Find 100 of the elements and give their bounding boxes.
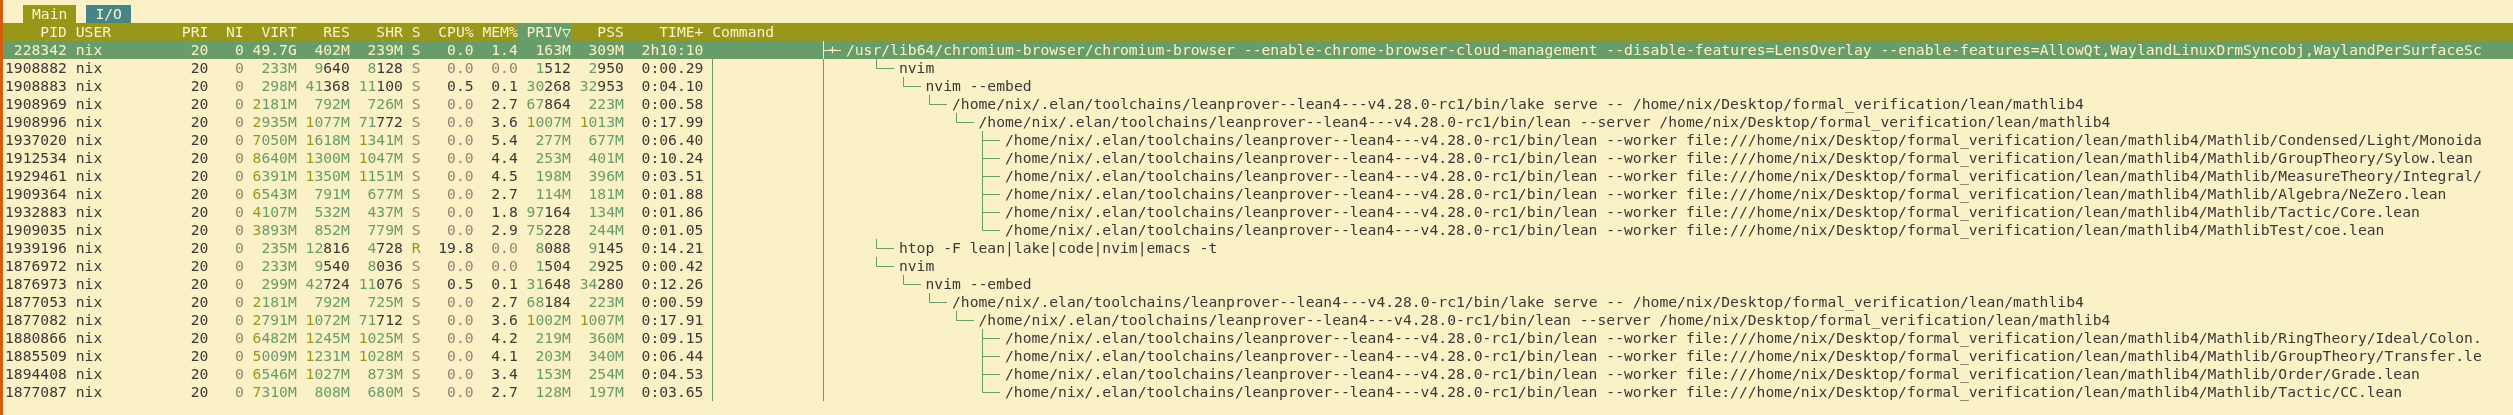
state-cell-text: S [410, 95, 421, 113]
time-cell-text: 0:06.44 [640, 347, 704, 365]
process-row[interactable]: 1908969 nix 20 0 2181M 792M 726M S 0.0 2.7 67864 223M 0:00.58 /home/nix/.elan/toolchains/leanprover--lean4---v4.28.0-rc1/bin/lake serve -- /home/nix/Desktop/formal_verification/lean/mathlib4 [3, 95, 2513, 113]
column-header[interactable]: MEM% [473, 23, 518, 41]
mem-cell-text: 0.0 [490, 239, 518, 257]
res-cell-text: 791M [313, 185, 350, 203]
column-header[interactable]: VIRT [243, 23, 297, 41]
virt-cell-text: 6482M [251, 329, 297, 347]
user-cell-text: nix [74, 221, 104, 239]
process-row[interactable]: 1876973 nix 20 0 299M 42724 11076 S 0.5 0.1 31648 34280 0:12.26 nvim --embed [3, 275, 2513, 293]
nice-cell-text: 0 [233, 41, 244, 59]
state-cell-text: S [410, 221, 421, 239]
pid-cell: 1912534 [5, 149, 67, 167]
column-header[interactable]: PID [5, 23, 67, 41]
res-cell-text: 1231M [304, 347, 350, 365]
process-row[interactable]: 1877082 nix 20 0 2791M 1072M 71712 S 0.0 3.6 1002M 1007M 0:17.91 /home/nix/.elan/toolchains/leanprover--lean4---v4.28.0-rc1/bin/lean --server /home/nix/Desktop/formal_verification/lean/mathlib4 [3, 311, 2513, 329]
time-cell-text: 0:01.05 [640, 221, 704, 239]
time-cell-text: 0:12.26 [640, 275, 704, 293]
state-cell-text: S [410, 41, 421, 59]
command-text: /home/nix/.elan/toolchains/leanprover--lean4---v4.28.0-rc1/bin/lean --worker file:///home/nix/Desktop/formal_verification/lean/mathlib4/Mathlib/Tactic/CC.lean [1005, 383, 2403, 401]
column-header[interactable]: SHR [349, 23, 403, 41]
column-header[interactable]: RES [296, 23, 350, 41]
user-cell-text: nix [74, 113, 104, 131]
priority-cell-text: 20 [189, 167, 209, 185]
pss-cell-text: 396M [587, 167, 624, 185]
user-cell-text: nix [74, 167, 104, 185]
res-cell-text: 9640 [313, 59, 350, 77]
nice-cell-text: 0 [233, 203, 244, 221]
priority-cell-text: 20 [189, 221, 209, 239]
priv-cell-text: 75228 [525, 221, 571, 239]
mem-cell-text: 1.4 [490, 41, 518, 59]
shr-cell-text: 680M [366, 383, 403, 401]
nice-cell-text: 0 [233, 221, 244, 239]
state-cell-text: S [410, 185, 421, 203]
nice-cell-text: 0 [233, 311, 244, 329]
user-cell-text: nix [74, 347, 104, 365]
pid-cell: 1877053 [5, 293, 67, 311]
state-cell-text: S [410, 383, 421, 401]
tab[interactable]: Main [23, 5, 77, 23]
nice-cell-text: 0 [233, 365, 244, 383]
shr-cell-text: 1341M [357, 131, 403, 149]
priv-cell-text: 30268 [525, 77, 571, 95]
state-cell-text: S [410, 311, 421, 329]
process-row[interactable]: 1908882 nix 20 0 233M 9640 8128 S 0.0 0.0 1512 2950 0:00.29 nvim [3, 59, 2513, 77]
priority-cell-text: 20 [189, 293, 209, 311]
process-row[interactable]: 1876972 nix 20 0 233M 9540 8036 S 0.0 0.0 1504 2925 0:00.42 nvim [3, 257, 2513, 275]
cpu-cell-text: 0.0 [446, 167, 474, 185]
nice-cell-text: 0 [233, 149, 244, 167]
mem-cell-text: 2.9 [490, 221, 518, 239]
process-row[interactable]: 1877053 nix 20 0 2181M 792M 725M S 0.0 2.7 68184 223M 0:00.59 /home/nix/.elan/toolchains/leanprover--lean4---v4.28.0-rc1/bin/lake serve -- /home/nix/Desktop/formal_verification/lean/mathlib4 [3, 293, 2513, 311]
column-header[interactable]: NI [208, 23, 244, 41]
column-header[interactable]: PRIV▽ [517, 23, 571, 41]
pid-cell: 1908883 [5, 77, 67, 95]
res-cell-text: 1077M [304, 113, 350, 131]
shr-cell-text: 8128 [366, 59, 403, 77]
column-header[interactable]: PSS [570, 23, 624, 41]
state-cell-text: S [410, 293, 421, 311]
state-cell-text: S [410, 275, 421, 293]
priority-cell-text: 20 [189, 239, 209, 257]
column-header[interactable]: PRI [173, 23, 209, 41]
command-text: /home/nix/.elan/toolchains/leanprover--lean4---v4.28.0-rc1/bin/lean --worker file:///home/nix/Desktop/formal_verification/lean/mathlib4/Mathlib/Order/Grade.lean [1005, 365, 2420, 383]
res-cell-text: 792M [313, 293, 350, 311]
priv-cell-text: 114M [534, 185, 571, 203]
pss-cell-text: 2950 [587, 59, 624, 77]
virt-cell-text: 2791M [251, 311, 297, 329]
pid-cell: 1932883 [5, 203, 67, 221]
command-text: /home/nix/.elan/toolchains/leanprover--lean4---v4.28.0-rc1/bin/lean --worker file:///home/nix/Desktop/formal_verification/lean/mathlib4/Mathlib/GroupTheory/Transfer.le [1005, 347, 2482, 365]
user-cell-text: nix [74, 239, 104, 257]
command-text: /home/nix/.elan/toolchains/leanprover--lean4---v4.28.0-rc1/bin/lean --worker file:///home/nix/Desktop/formal_verification/lean/mathlib4/Mathlib/Algebra/NeZero.lean [1005, 185, 2447, 203]
process-row[interactable]: 1939196 nix 20 0 235M 12816 4728 R 19.8 0.0 8088 9145 0:14.21 htop -F lean|lake|code|nvim|emacs -t [3, 239, 2513, 257]
column-header[interactable]: Command [703, 23, 2513, 41]
process-row[interactable]: 1908883 nix 20 0 298M 41368 11100 S 0.5 0.1 30268 32953 0:04.10 nvim --embed [3, 77, 2513, 95]
virt-cell-text: 233M [260, 59, 297, 77]
priv-cell-text: 163M [534, 41, 571, 59]
priority-cell-text: 20 [189, 41, 209, 59]
column-header[interactable]: TIME+ [623, 23, 704, 41]
column-header[interactable]: S [402, 23, 421, 41]
shr-cell-text: 1025M [357, 329, 403, 347]
state-cell-text: S [410, 77, 421, 95]
time-cell-text: 0:04.10 [640, 77, 704, 95]
tab[interactable]: I/O [86, 5, 131, 23]
process-row[interactable]: 1908996 nix 20 0 2935M 1077M 71772 S 0.0 3.6 1007M 1013M 0:17.99 /home/nix/.elan/toolchains/leanprover--lean4---v4.28.0-rc1/bin/lean --server /home/nix/Desktop/formal_verification/lean/mathlib4 [3, 113, 2513, 131]
pss-cell-text: 223M [587, 95, 624, 113]
mem-cell-text: 0.0 [490, 257, 518, 275]
time-cell-text: 0:01.86 [640, 203, 704, 221]
shr-cell-text: 71772 [357, 113, 403, 131]
pss-cell-text: 34280 [578, 275, 624, 293]
pss-cell-text: 9145 [587, 239, 624, 257]
plus-icon[interactable] [828, 45, 838, 55]
column-header[interactable]: USER [66, 23, 173, 41]
pss-cell-text: 32953 [578, 77, 624, 95]
pid-cell-text: 228342 [12, 41, 67, 59]
command-text: nvim [898, 59, 935, 77]
pss-cell-text: 677M [587, 131, 624, 149]
pid-cell: 1909364 [5, 185, 67, 203]
column-header[interactable]: CPU% [420, 23, 474, 41]
state-cell-text: S [410, 149, 421, 167]
cpu-cell-text: 0.0 [446, 95, 474, 113]
user-cell-text: nix [74, 329, 104, 347]
nice-cell-text: 0 [233, 167, 244, 185]
